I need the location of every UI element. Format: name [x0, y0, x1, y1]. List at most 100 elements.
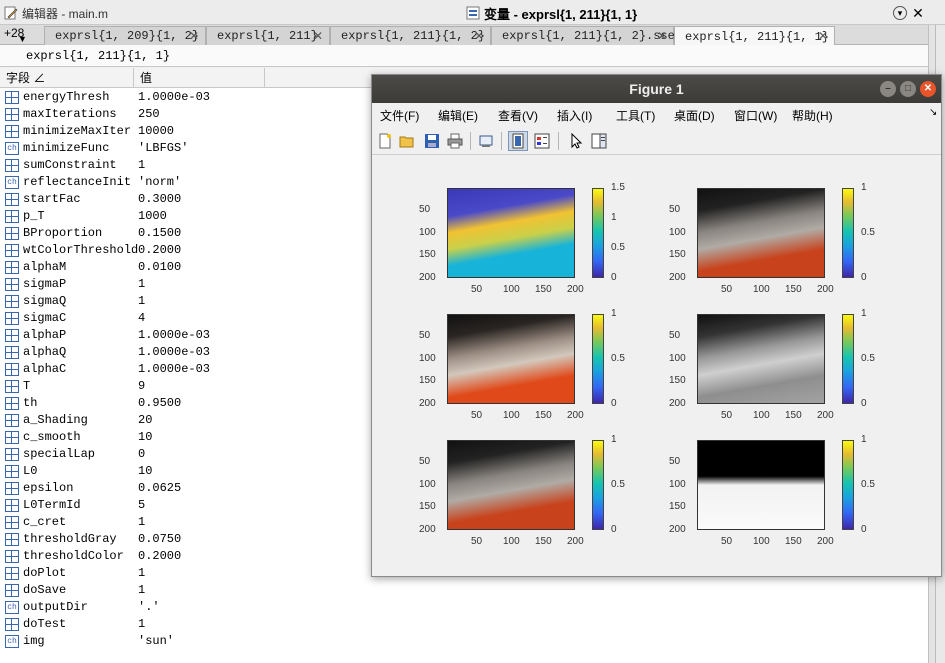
field-value[interactable]: 0.9500	[138, 395, 181, 412]
panel-menu-button[interactable]: ▾	[893, 6, 907, 20]
field-value[interactable]: 5	[138, 497, 145, 514]
open-file-button[interactable]	[397, 131, 417, 151]
table-row[interactable]: thresholdGray 0.0750	[0, 531, 370, 548]
table-row[interactable]: maxIterations 250	[0, 106, 370, 123]
field-value[interactable]: 10	[138, 463, 152, 480]
table-row[interactable]: alphaQ 1.0000e-03	[0, 344, 370, 361]
table-row[interactable]: ch img 'sun'	[0, 633, 370, 650]
field-value[interactable]: 0	[138, 446, 145, 463]
hidden-tabs-button[interactable]: +28 ▼	[4, 26, 40, 44]
menu-window[interactable]: 窗口(W)	[734, 107, 777, 124]
table-row[interactable]: L0TermId 5	[0, 497, 370, 514]
subplot-axes-5[interactable]	[447, 440, 575, 530]
field-value[interactable]: 1.0000e-03	[138, 89, 210, 106]
colorbar-4[interactable]	[842, 314, 854, 404]
table-row[interactable]: p_T 1000	[0, 208, 370, 225]
field-value[interactable]: 1.0000e-03	[138, 361, 210, 378]
link-plot-button[interactable]	[476, 131, 496, 151]
table-row[interactable]: c_smooth 10	[0, 429, 370, 446]
tab-exprsl-211[interactable]: exprsl{1, 211} ✕	[206, 26, 330, 45]
table-row[interactable]: specialLap 0	[0, 446, 370, 463]
minimize-button[interactable]: –	[880, 81, 896, 97]
field-value[interactable]: 0.0100	[138, 259, 181, 276]
table-row[interactable]: alphaC 1.0000e-03	[0, 361, 370, 378]
field-value[interactable]: 1.0000e-03	[138, 344, 210, 361]
field-value[interactable]: 1	[138, 157, 145, 174]
close-icon[interactable]: ✕	[189, 29, 199, 43]
subplot-axes-4[interactable]	[697, 314, 825, 404]
hide-plot-tools-button[interactable]	[508, 131, 528, 151]
new-figure-button[interactable]	[375, 131, 395, 151]
figure-title-bar[interactable]: Figure 1 – □ ✕	[372, 75, 941, 103]
close-icon[interactable]: ✕	[313, 29, 323, 43]
table-row[interactable]: epsilon 0.0625	[0, 480, 370, 497]
column-header-value[interactable]: 值	[134, 68, 265, 88]
column-header-field[interactable]: 字段 ∠	[0, 68, 134, 88]
table-row[interactable]: wtColorThreshold 0.2000	[0, 242, 370, 259]
subplot-axes-3[interactable]	[447, 314, 575, 404]
table-row[interactable]: doTest 1	[0, 616, 370, 633]
figure-canvas[interactable]: 50 100 150 200 50 100 150 200 1.5 1 0.5 0 50 100 150 20…	[372, 156, 941, 576]
table-row[interactable]: ch reflectanceInit 'norm'	[0, 174, 370, 191]
figure-window[interactable]: Figure 1 – □ ✕ 文件(F) 编辑(E) 查看(V) 插入(I) 工…	[371, 74, 942, 577]
table-row[interactable]: L0 10	[0, 463, 370, 480]
table-row[interactable]: sigmaQ 1	[0, 293, 370, 310]
field-value[interactable]: 1	[138, 514, 145, 531]
table-row[interactable]: doPlot 1	[0, 565, 370, 582]
field-value[interactable]: 0.2000	[138, 548, 181, 565]
table-row[interactable]: alphaM 0.0100	[0, 259, 370, 276]
table-row[interactable]: startFac 0.3000	[0, 191, 370, 208]
variables-title[interactable]: 变量 - exprsl{1, 211}{1, 1}	[466, 4, 928, 22]
field-value[interactable]: 10000	[138, 123, 174, 140]
editor-title[interactable]: 编辑器 - main.m	[4, 4, 108, 22]
field-value[interactable]: 0.2000	[138, 242, 181, 259]
print-button[interactable]	[445, 131, 465, 151]
colorbar-5[interactable]	[592, 440, 604, 530]
table-row[interactable]: doSave 1	[0, 582, 370, 599]
field-value[interactable]: 'LBFGS'	[138, 140, 188, 157]
table-row[interactable]: a_Shading 20	[0, 412, 370, 429]
field-value[interactable]: 250	[138, 106, 160, 123]
colorbar-2[interactable]	[842, 188, 854, 278]
field-value[interactable]: 1	[138, 276, 145, 293]
menu-insert[interactable]: 插入(I)	[557, 107, 592, 124]
field-value[interactable]: 1	[138, 582, 145, 599]
table-row[interactable]: sigmaP 1	[0, 276, 370, 293]
menu-overflow-arrow-icon[interactable]: ↘	[929, 107, 937, 118]
table-row[interactable]: alphaP 1.0000e-03	[0, 327, 370, 344]
table-row[interactable]: th 0.9500	[0, 395, 370, 412]
field-value[interactable]: '.'	[138, 599, 160, 616]
field-value[interactable]: 0.3000	[138, 191, 181, 208]
subplot-axes-2[interactable]	[697, 188, 825, 278]
table-row[interactable]: ch minimizeFunc 'LBFGS'	[0, 140, 370, 157]
maximize-button[interactable]: □	[900, 81, 916, 97]
table-row[interactable]: sigmaC 4	[0, 310, 370, 327]
table-row[interactable]: energyThresh 1.0000e-03	[0, 89, 370, 106]
close-icon[interactable]: ✕	[818, 29, 828, 43]
table-row[interactable]: c_cret 1	[0, 514, 370, 531]
table-row[interactable]: sumConstraint 1	[0, 157, 370, 174]
table-row[interactable]: BProportion 0.1500	[0, 225, 370, 242]
menu-file[interactable]: 文件(F)	[380, 107, 419, 124]
menu-help[interactable]: 帮助(H)	[792, 107, 833, 124]
field-value[interactable]: 'sun'	[138, 633, 174, 650]
colorbar-3[interactable]	[592, 314, 604, 404]
table-row[interactable]: thresholdColor 0.2000	[0, 548, 370, 565]
save-button[interactable]	[422, 131, 442, 151]
field-value[interactable]: 4	[138, 310, 145, 327]
close-icon[interactable]: ✕	[474, 29, 484, 43]
table-row[interactable]: T9	[0, 378, 370, 395]
field-value[interactable]: 9	[138, 378, 145, 395]
field-value[interactable]: 0.0750	[138, 531, 181, 548]
field-value[interactable]: 1	[138, 565, 145, 582]
field-value[interactable]: 1.0000e-03	[138, 327, 210, 344]
field-value[interactable]: 0.1500	[138, 225, 181, 242]
field-value[interactable]: 0.0625	[138, 480, 181, 497]
close-icon[interactable]: ✕	[657, 29, 667, 43]
field-value[interactable]: 20	[138, 412, 152, 429]
insert-colorbar-button[interactable]	[532, 131, 552, 151]
menu-tools[interactable]: 工具(T)	[616, 107, 655, 124]
field-value[interactable]: 1000	[138, 208, 167, 225]
field-value[interactable]: 1	[138, 293, 145, 310]
close-window-button[interactable]: ✕	[920, 81, 936, 97]
